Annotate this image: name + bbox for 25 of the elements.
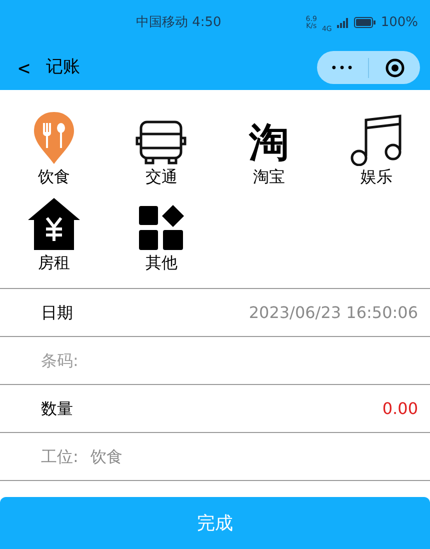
- signal-icon: [336, 18, 349, 28]
- station-value: 饮食: [90, 446, 122, 468]
- field-label: 日期: [41, 302, 73, 324]
- category-button[interactable]: 房租: [0, 192, 108, 274]
- house-yen-icon: [26, 196, 82, 252]
- music-note-icon: [349, 112, 404, 166]
- target-icon: [384, 58, 404, 78]
- back-button[interactable]: <: [14, 52, 34, 82]
- field-label: 数量: [41, 398, 73, 420]
- taobao-logo-icon: 淘: [248, 120, 289, 166]
- page-title: 记账: [46, 56, 80, 79]
- carrier-time: 中国移动 4:50: [136, 14, 222, 32]
- battery-icon: [354, 17, 376, 28]
- field-label: 工位:: [41, 446, 78, 468]
- more-button[interactable]: •••: [317, 58, 368, 76]
- grid-icon: [137, 204, 186, 252]
- bus-icon: [135, 120, 188, 166]
- category-button[interactable]: 淘 淘宝: [215, 106, 322, 188]
- category-button[interactable]: 交通: [108, 106, 215, 188]
- category-button[interactable]: 饮食: [0, 106, 108, 188]
- amount-value[interactable]: 0.00: [382, 396, 418, 420]
- fork-spoon-pin-icon: [32, 110, 76, 166]
- category-button[interactable]: 娱乐: [322, 106, 430, 188]
- category-button[interactable]: 其他: [108, 192, 215, 274]
- battery-percent: 100%: [380, 14, 418, 32]
